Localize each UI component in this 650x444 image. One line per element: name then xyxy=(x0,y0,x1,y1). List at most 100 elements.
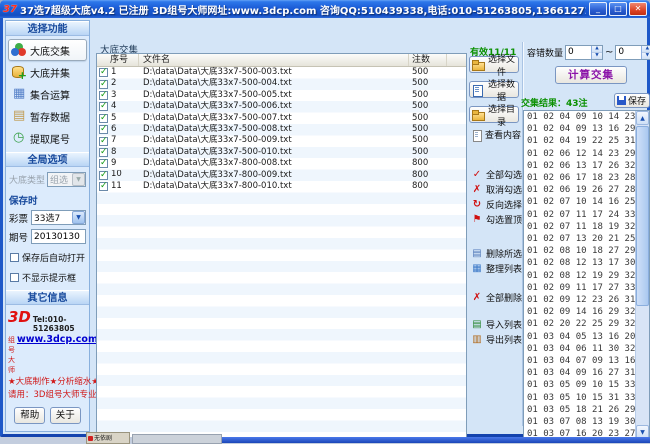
row-checkbox[interactable] xyxy=(99,101,108,113)
calculate-intersection-button[interactable]: 计算交集 xyxy=(555,66,627,84)
result-row[interactable]: 01 03 04 09 16 27 31 xyxy=(527,367,635,379)
result-row[interactable]: 01 02 09 12 23 26 31 xyxy=(527,294,635,306)
table-row[interactable]: 2 D:\data\Data\大底33x7-500-004.txt 500 xyxy=(97,78,466,90)
result-row[interactable]: 01 03 05 09 10 15 33 xyxy=(527,379,635,391)
auto-open-checkbox[interactable] xyxy=(10,253,19,262)
result-row[interactable]: 01 02 04 09 13 16 29 xyxy=(527,123,635,135)
row-count: 800 xyxy=(412,158,429,169)
view-content-button[interactable]: 查看内容 xyxy=(471,128,521,142)
table-row[interactable]: 9 D:\data\Data\大底33x7-800-008.txt 800 xyxy=(97,158,466,170)
row-number: 4 xyxy=(111,101,117,112)
result-row[interactable]: 01 02 04 09 10 14 23 xyxy=(527,111,635,123)
result-row[interactable]: 01 02 04 19 22 25 31 xyxy=(527,135,635,147)
sidebar-function-button[interactable]: 大底并集 xyxy=(8,61,87,83)
result-row[interactable]: 01 03 04 06 11 30 32 xyxy=(527,343,635,355)
tolerance-from-spinner[interactable]: 0 ▲ ▼ xyxy=(565,45,604,60)
action-button[interactable]: 删除所选 xyxy=(471,246,522,261)
result-row[interactable]: 01 02 08 10 18 27 29 xyxy=(527,245,635,257)
sidebar-function-button[interactable]: 大底交集 xyxy=(8,39,87,61)
result-row[interactable]: 01 02 20 22 25 29 32 xyxy=(527,318,635,330)
result-row[interactable]: 01 02 08 12 13 17 30 xyxy=(527,257,635,269)
row-checkbox[interactable] xyxy=(99,136,108,147)
tolerance-to-spinner[interactable]: 0 ▲ ▼ xyxy=(615,45,650,60)
lottery-combo[interactable]: 33选7 ▼ xyxy=(31,210,86,225)
table-row[interactable]: 11 D:\data\Data\大底33x7-800-010.txt 800 xyxy=(97,181,466,192)
result-row[interactable]: 01 02 09 11 17 27 33 xyxy=(527,282,635,294)
minimize-button[interactable]: _ xyxy=(589,2,607,16)
taskbar-fragment-icon xyxy=(88,435,93,441)
action-button[interactable]: 勾选置顶 xyxy=(471,212,522,227)
result-row[interactable]: 01 02 06 13 17 26 32 xyxy=(527,160,635,172)
row-checkbox[interactable] xyxy=(99,147,108,158)
table-row[interactable]: 5 D:\data\Data\大底33x7-500-007.txt 500 xyxy=(97,113,466,124)
row-checkbox[interactable] xyxy=(99,181,108,192)
result-row[interactable]: 01 02 06 17 18 23 28 xyxy=(527,172,635,184)
row-checkbox[interactable] xyxy=(99,170,108,181)
table-row[interactable]: 3 D:\data\Data\大底33x7-500-005.txt 500 xyxy=(97,90,466,101)
action-button[interactable]: 反向选择 xyxy=(471,197,522,212)
sidebar-function-button[interactable]: 集合运算 xyxy=(8,83,87,105)
taskbar-inset xyxy=(132,434,222,444)
result-row[interactable]: 01 02 07 13 20 21 25 xyxy=(527,233,635,245)
taskbar-fragment-label: 无依剧 xyxy=(94,434,113,442)
table-row[interactable]: 8 D:\data\Data\大底33x7-500-010.txt 500 xyxy=(97,147,466,158)
action-button[interactable]: 导入列表 xyxy=(471,317,522,332)
action-button[interactable]: 全部勾选 xyxy=(471,167,522,182)
action-icon xyxy=(471,214,483,226)
spin-down-icon[interactable]: ▼ xyxy=(642,53,650,59)
table-row[interactable]: 10 D:\data\Data\大底33x7-800-009.txt 800 xyxy=(97,170,466,181)
help-button[interactable]: 帮助 xyxy=(14,407,46,424)
spin-up-icon[interactable]: ▲ xyxy=(592,46,603,53)
action-button[interactable]: 导出列表 xyxy=(471,332,522,347)
maximize-button[interactable]: □ xyxy=(609,2,627,16)
action-button[interactable]: 整理列表 xyxy=(471,261,522,276)
row-checkbox[interactable] xyxy=(99,158,108,170)
result-row[interactable]: 01 02 07 10 14 16 25 xyxy=(527,196,635,208)
row-checkbox[interactable] xyxy=(99,113,108,124)
folder-icon xyxy=(472,84,483,97)
list-action-group: 删除所选 整理列表 xyxy=(471,246,522,276)
result-row[interactable]: 01 02 09 14 16 29 32 xyxy=(527,306,635,318)
table-row[interactable]: 6 D:\data\Data\大底33x7-500-008.txt 500 xyxy=(97,124,466,135)
issue-input[interactable] xyxy=(31,229,86,244)
result-row[interactable]: 01 02 07 11 18 19 32 xyxy=(527,221,635,233)
select-button[interactable]: 选择文件 xyxy=(469,55,519,78)
sidebar-function-button[interactable]: 提取尾号 xyxy=(8,127,87,149)
row-checkbox[interactable] xyxy=(99,90,108,101)
result-row[interactable]: 01 02 06 19 26 27 28 xyxy=(527,184,635,196)
table-row[interactable]: 4 D:\data\Data\大底33x7-500-006.txt 500 xyxy=(97,101,466,113)
close-button[interactable]: ✕ xyxy=(629,2,647,16)
document-icon xyxy=(471,129,482,142)
save-result-button[interactable]: 保存 xyxy=(614,93,650,108)
chevron-down-icon[interactable]: ▼ xyxy=(72,211,85,224)
row-filename: D:\data\Data\大底33x7-500-008.txt xyxy=(143,123,292,134)
website-link[interactable]: www.3dcp.com xyxy=(17,334,98,345)
no-prompt-checkbox[interactable] xyxy=(10,273,19,282)
table-row[interactable]: 7 D:\data\Data\大底33x7-500-009.txt 500 xyxy=(97,135,466,147)
result-scrollbar[interactable]: ▲ ▼ xyxy=(635,111,649,439)
result-row[interactable]: 01 02 06 12 14 23 29 xyxy=(527,148,635,160)
select-button[interactable]: 选择目录 xyxy=(469,105,519,128)
issue-label: 期号 xyxy=(9,232,29,244)
sidebar-function-button[interactable]: 暂存数据 xyxy=(8,105,87,127)
scrollbar-thumb[interactable] xyxy=(636,126,649,306)
result-row[interactable]: 01 02 07 11 17 24 33 xyxy=(527,209,635,221)
action-button[interactable]: 取消勾选 xyxy=(471,182,522,197)
select-button[interactable]: 选择数据 xyxy=(469,80,519,103)
result-row[interactable]: 01 03 07 08 13 19 30 xyxy=(527,416,635,428)
row-checkbox[interactable] xyxy=(99,67,108,78)
row-checkbox[interactable] xyxy=(99,79,108,90)
about-button[interactable]: 关于 xyxy=(49,407,81,424)
result-row[interactable]: 01 03 04 05 13 16 20 xyxy=(527,331,635,343)
spin-down-icon[interactable]: ▼ xyxy=(592,53,603,59)
result-row[interactable]: 01 03 05 10 15 31 33 xyxy=(527,392,635,404)
table-row[interactable]: 1 D:\data\Data\大底33x7-500-003.txt 500 xyxy=(97,67,466,78)
result-row[interactable]: 01 02 08 12 19 29 32 xyxy=(527,270,635,282)
delete-action-group: 全部删除 xyxy=(471,290,522,305)
spin-up-icon[interactable]: ▲ xyxy=(642,46,650,53)
scroll-up-icon[interactable]: ▲ xyxy=(636,111,649,125)
result-row[interactable]: 01 03 04 07 09 13 16 xyxy=(527,355,635,367)
result-row[interactable]: 01 03 05 18 21 26 29 xyxy=(527,404,635,416)
row-checkbox[interactable] xyxy=(99,124,108,135)
action-button[interactable]: 全部删除 xyxy=(471,290,522,305)
